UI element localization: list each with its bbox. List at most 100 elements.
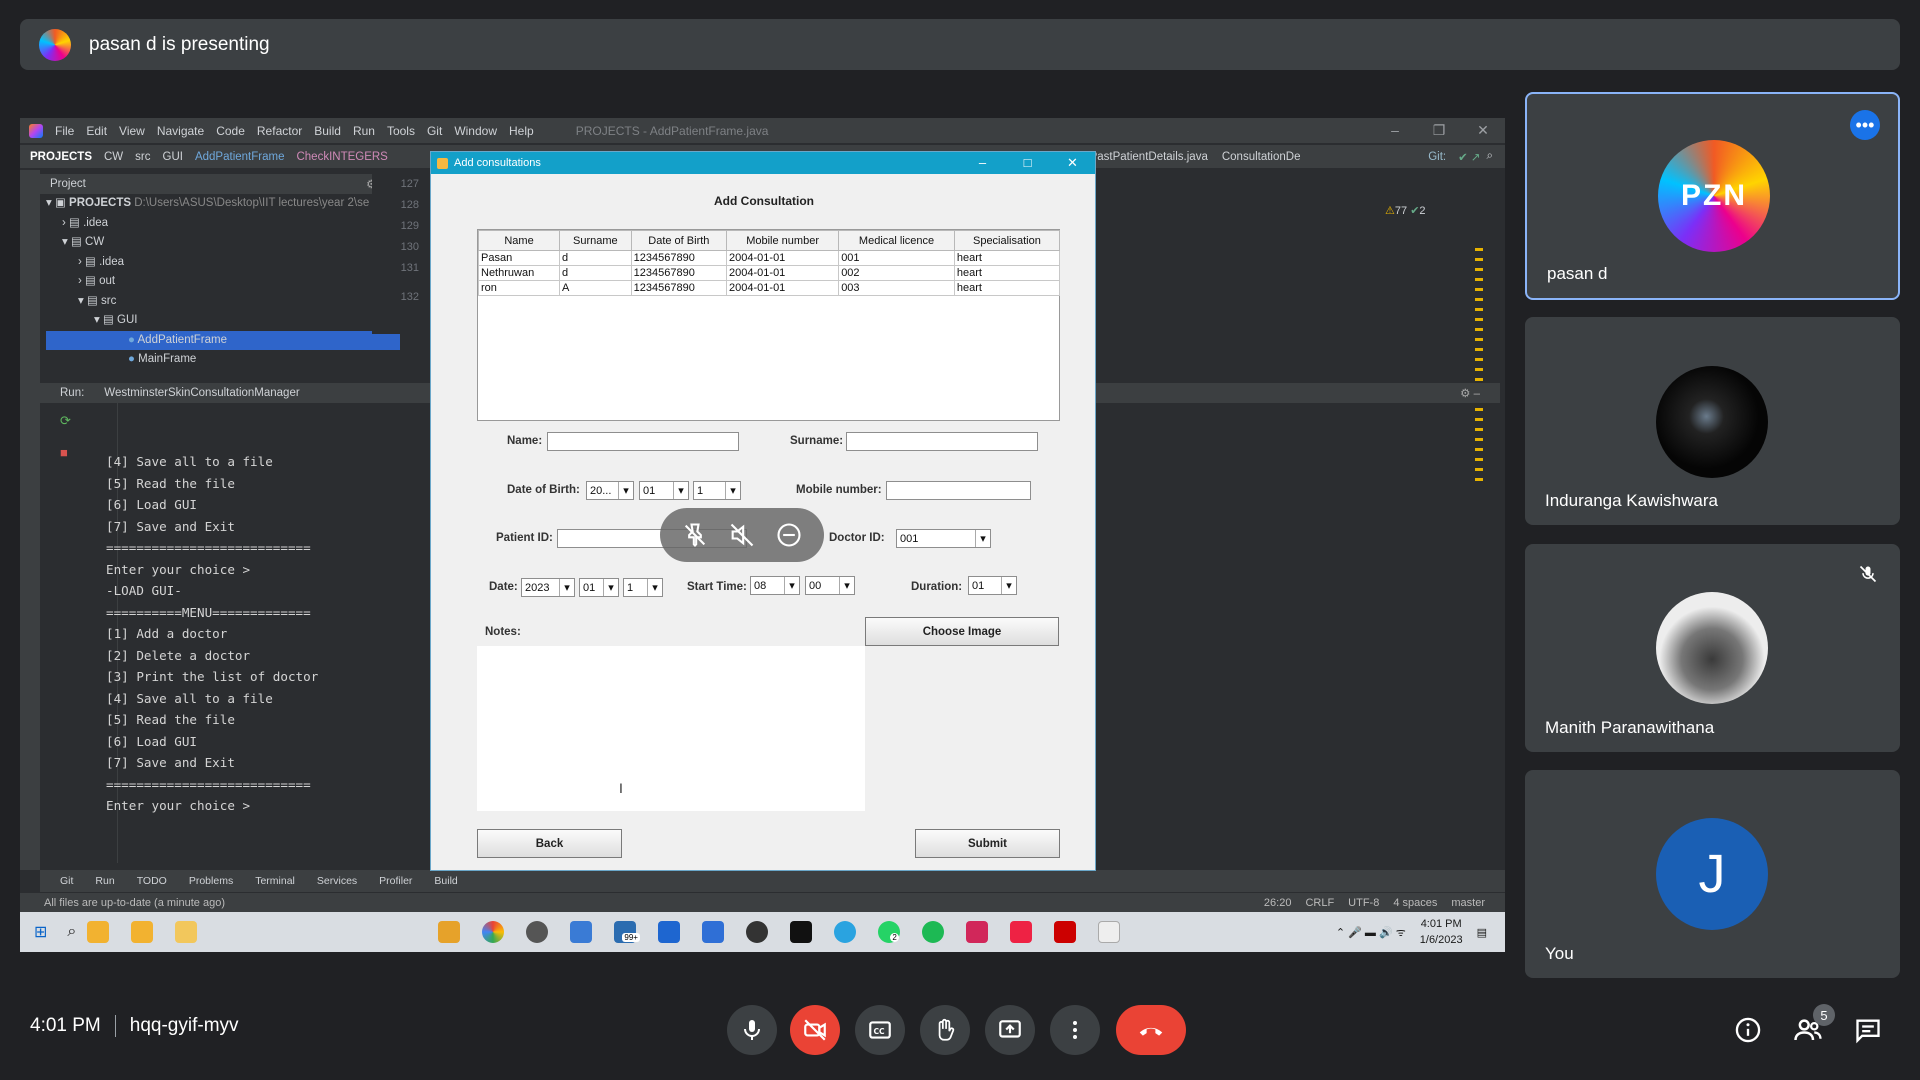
start-hour-select[interactable]: 08 ▾ <box>750 576 800 595</box>
inspection-widget[interactable]: ⚠77 ✔2 <box>1385 204 1426 217</box>
crumb-src[interactable]: src <box>135 151 150 163</box>
menu-git[interactable]: Git <box>427 124 442 138</box>
choose-image-button[interactable]: Choose Image <box>865 617 1059 646</box>
tree-item-idea[interactable]: › ▤ .idea <box>46 214 400 234</box>
captions-button[interactable]: CC <box>855 1005 905 1055</box>
acrobat-icon[interactable] <box>1054 921 1077 943</box>
search-icon[interactable]: ⌕ <box>1487 150 1493 163</box>
more-options-icon[interactable]: ••• <box>1850 110 1880 140</box>
tree-item-projects[interactable]: ▾ ▣ PROJECTS D:\Users\ASUS\Desktop\IIT l… <box>46 194 400 214</box>
sticky-icon[interactable] <box>175 921 198 943</box>
menu-help[interactable]: Help <box>509 124 534 138</box>
snip-icon[interactable] <box>1010 921 1033 943</box>
spotify-icon[interactable] <box>922 921 945 943</box>
status-branch[interactable]: master <box>1451 897 1485 909</box>
telegram-icon[interactable] <box>834 921 857 943</box>
app-icon-10[interactable] <box>790 921 813 943</box>
menu-navigate[interactable]: Navigate <box>157 124 204 138</box>
surname-input[interactable] <box>846 432 1038 451</box>
date-day-select[interactable]: 1 ▾ <box>623 578 663 597</box>
menu-file[interactable]: File <box>55 124 74 138</box>
menu-view[interactable]: View <box>119 124 145 138</box>
crumb-cw[interactable]: CW <box>104 151 123 163</box>
camera-button[interactable] <box>790 1005 840 1055</box>
microphone-button[interactable] <box>727 1005 777 1055</box>
present-button[interactable] <box>985 1005 1035 1055</box>
git-update-icon[interactable]: ✔ ↗ <box>1458 150 1480 164</box>
taskbar-search-icon[interactable]: ⌕ <box>67 923 76 941</box>
dob-year-select[interactable]: 20... ▾ <box>586 481 634 500</box>
dialog-close-icon[interactable]: ✕ <box>1050 155 1095 171</box>
tree-item-out[interactable]: › ▤ out <box>46 272 400 292</box>
taskbar-clock[interactable]: 4:01 PM 1/6/2023 <box>1420 916 1463 948</box>
doctor-table[interactable]: Name Surname Date of Birth Mobile number… <box>477 229 1061 421</box>
calendar-icon[interactable] <box>702 921 725 943</box>
table-row[interactable]: Nethruwan d 1234567890 2004-01-01 002 heart <box>477 265 1061 281</box>
submit-button[interactable]: Submit <box>915 829 1060 858</box>
participant-tile-manith[interactable]: Manith Paranawithana <box>1525 544 1900 752</box>
crumb-gui[interactable]: GUI <box>163 151 183 163</box>
date-month-select[interactable]: 01 ▾ <box>579 578 619 597</box>
crumb-projects[interactable]: PROJECTS <box>30 151 92 163</box>
chrome-icon[interactable] <box>482 921 505 943</box>
notifications-icon[interactable]: ▤ <box>1477 926 1487 939</box>
col-specialisation[interactable]: Specialisation <box>953 230 1061 251</box>
col-name[interactable]: Name <box>477 230 561 251</box>
run-settings-icon[interactable]: ⚙ – <box>1460 386 1480 400</box>
tree-item-cw-idea[interactable]: › ▤ .idea <box>46 253 400 273</box>
col-surname[interactable]: Surname <box>559 230 632 251</box>
tool-tab-terminal[interactable]: Terminal <box>255 875 295 887</box>
crumb-checkintegers[interactable]: CheckINTEGERS <box>296 151 387 163</box>
date-year-select[interactable]: 2023 ▾ <box>521 578 575 597</box>
tool-tab-git[interactable]: Git <box>60 875 73 887</box>
restore-icon[interactable]: ❐ <box>1417 122 1461 139</box>
explorer-app-icon[interactable] <box>438 921 461 943</box>
back-button[interactable]: Back <box>477 829 622 858</box>
editor-tab-consultation[interactable]: ConsultationDe <box>1222 151 1301 163</box>
intellij-taskbar-icon[interactable] <box>966 921 989 943</box>
mail-icon[interactable]: 99+ <box>614 921 640 943</box>
col-licence[interactable]: Medical licence <box>838 230 955 251</box>
windows-start-icon[interactable]: ⊞ <box>34 922 47 942</box>
dialog-minimize-icon[interactable]: – <box>960 155 1005 171</box>
project-header[interactable]: Project <box>50 178 86 190</box>
tree-item-addpatientframe[interactable]: ● AddPatientFrame <box>46 330 400 350</box>
menu-window[interactable]: Window <box>454 124 497 138</box>
meeting-details-button[interactable] <box>1723 1005 1773 1055</box>
people-button[interactable]: 5 <box>1783 1004 1835 1055</box>
meeting-code[interactable]: hqq-gyif-myv <box>130 1015 239 1037</box>
tool-tab-services[interactable]: Services <box>317 875 357 887</box>
chat-button[interactable] <box>1843 1005 1893 1055</box>
close-icon[interactable]: ✕ <box>1461 122 1505 139</box>
tree-item-cw[interactable]: ▾ ▤ CW <box>46 233 400 253</box>
tree-item-src[interactable]: ▾ ▤ src <box>46 292 400 312</box>
participant-tile-you[interactable]: J You <box>1525 770 1900 978</box>
dob-day-select[interactable]: 1 ▾ <box>693 481 741 500</box>
tool-tab-todo[interactable]: TODO <box>137 875 167 887</box>
participant-tile-pasan[interactable]: PZN ••• pasan d <box>1525 92 1900 300</box>
obs-icon[interactable] <box>746 921 769 943</box>
duration-select[interactable]: 01 ▾ <box>968 576 1017 595</box>
tray-icons[interactable]: ⌃ 🎤 ▬ 🔊 ᯤ <box>1336 925 1406 940</box>
status-line-ending[interactable]: CRLF <box>1305 897 1334 909</box>
mute-speaker-icon[interactable] <box>728 521 756 549</box>
pin-off-icon[interactable] <box>681 521 709 549</box>
run-config-tab[interactable]: WestminsterSkinConsultationManager <box>104 387 299 399</box>
mobile-input[interactable] <box>886 481 1031 500</box>
col-dob[interactable]: Date of Birth <box>630 230 728 251</box>
tool-tab-run[interactable]: Run <box>95 875 114 887</box>
whatsapp-icon[interactable]: 2 <box>878 921 901 943</box>
tool-tab-problems[interactable]: Problems <box>189 875 233 887</box>
tool-tab-profiler[interactable]: Profiler <box>379 875 412 887</box>
status-encoding[interactable]: UTF-8 <box>1348 897 1379 909</box>
file-explorer-icon[interactable] <box>87 921 110 943</box>
menu-run[interactable]: Run <box>353 124 375 138</box>
table-row[interactable]: Pasan d 1234567890 2004-01-01 001 heart <box>477 250 1061 266</box>
menu-tools[interactable]: Tools <box>387 124 415 138</box>
start-minute-select[interactable]: 00 ▾ <box>805 576 855 595</box>
java-icon[interactable] <box>1098 921 1121 943</box>
crumb-addpatientframe[interactable]: AddPatientFrame <box>195 151 285 163</box>
dialog-maximize-icon[interactable]: □ <box>1005 155 1050 171</box>
menu-code[interactable]: Code <box>216 124 245 138</box>
leave-call-button[interactable] <box>1116 1005 1186 1055</box>
